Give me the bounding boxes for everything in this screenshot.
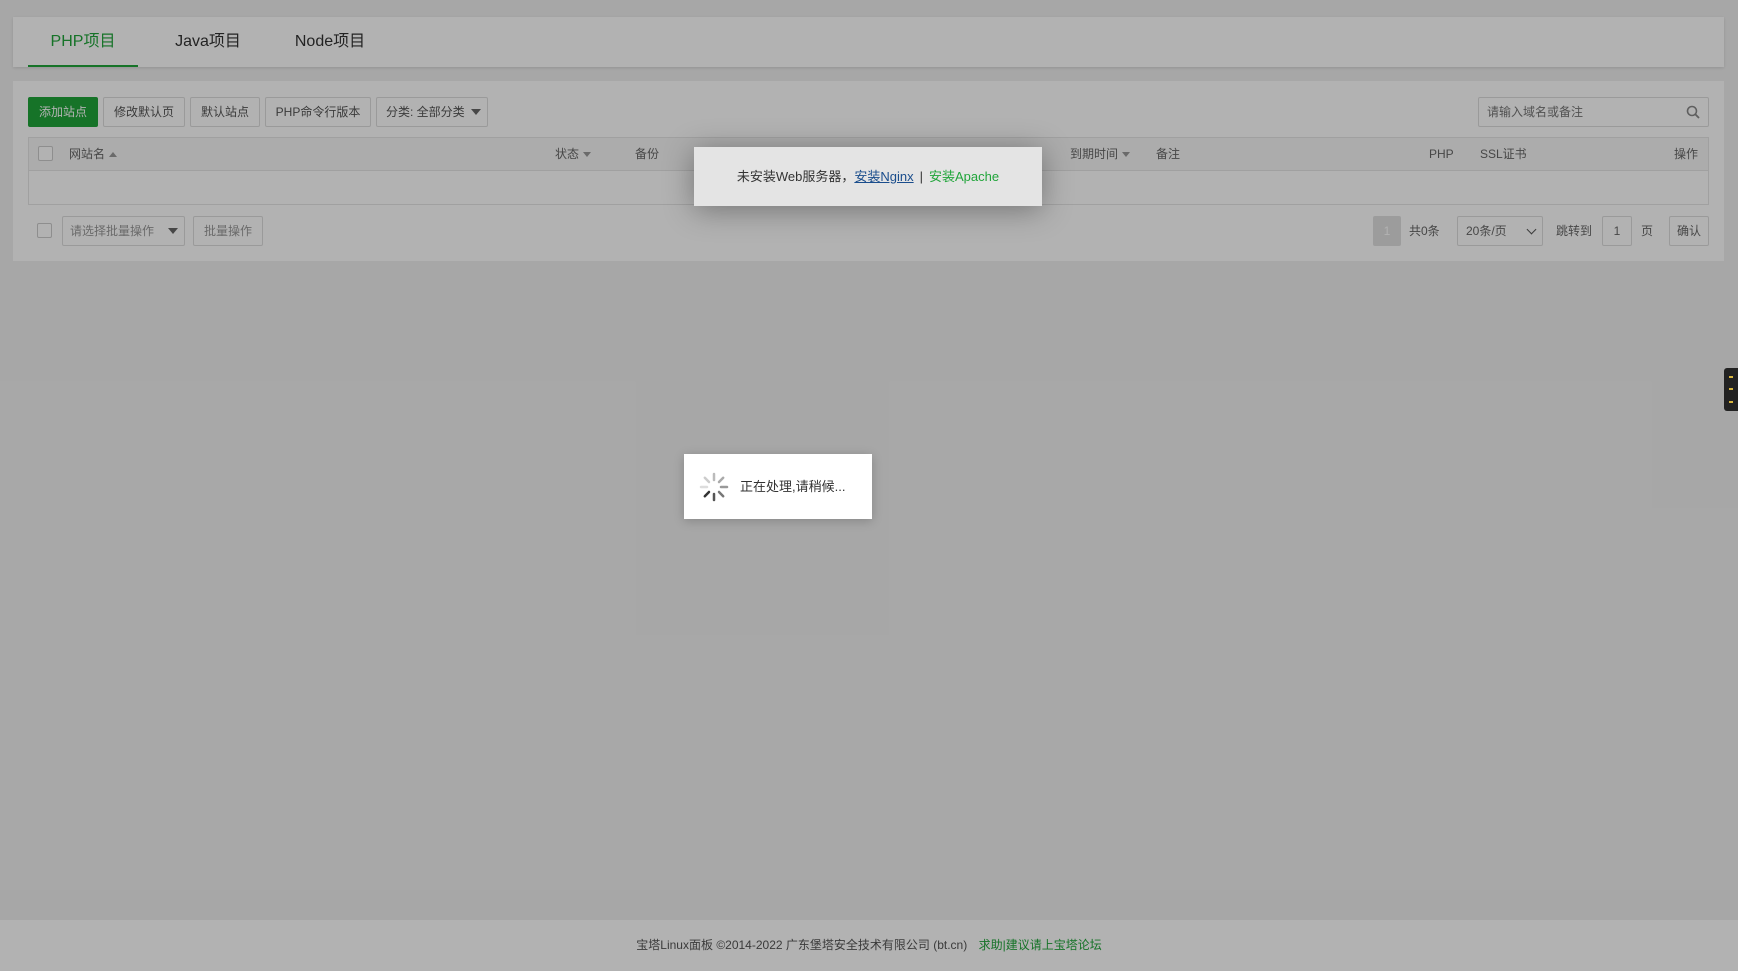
handle-grip-mark [1729,376,1733,378]
warning-message: 未安装Web服务器， [736,169,855,184]
spinner-icon [699,472,729,502]
install-apache-link[interactable]: 安装Apache [929,169,999,184]
install-nginx-link[interactable]: 安装Nginx [854,169,913,184]
loading-dialog: 正在处理,请稍候... [684,454,872,519]
page: PHP项目 Java项目 Node项目 添加站点 修改默认页 默认站点 PHP命… [0,0,1738,971]
handle-grip-mark [1729,388,1733,390]
web-server-warning: 未安装Web服务器，安装Nginx | 安装Apache [694,147,1042,206]
side-drawer-handle[interactable] [1724,368,1738,411]
loading-text: 正在处理,请稍候... [740,479,846,494]
handle-grip-mark [1729,401,1733,403]
warning-separator: | [919,169,924,184]
